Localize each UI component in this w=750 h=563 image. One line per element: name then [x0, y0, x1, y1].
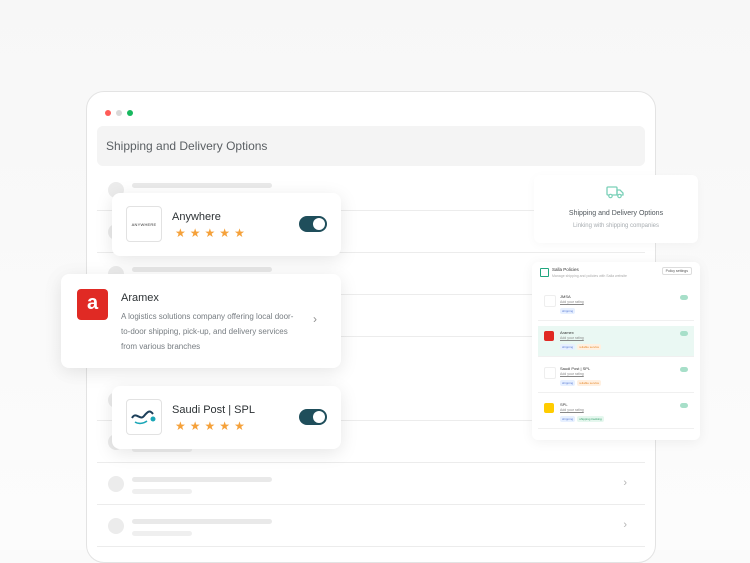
toggle-switch[interactable]	[680, 331, 688, 336]
carrier-name: Saudi Post | SPL	[560, 366, 591, 371]
star-icon: ★	[204, 419, 216, 433]
star-icon: ★	[219, 226, 231, 240]
rating-stars: ★ ★ ★ ★ ★	[175, 227, 245, 239]
rating-link[interactable]: Add your rating	[560, 372, 584, 376]
truck-icon	[606, 185, 624, 204]
carrier-card-aramex[interactable]: a Aramex A logistics solutions company o…	[61, 274, 341, 368]
star-icon: ★	[175, 226, 186, 240]
list-item[interactable]: Saudi Post | SPL Add your rating shippin…	[538, 362, 694, 393]
star-icon: ★	[204, 226, 216, 240]
page-title: Shipping and Delivery Options	[106, 139, 268, 153]
tag: reliable service	[577, 344, 602, 350]
rating-link[interactable]: Add your rating	[560, 336, 584, 340]
shipping-info-panel: Shipping and Delivery Options Linking wi…	[534, 175, 698, 243]
carrier-name: Anywhere	[172, 211, 221, 223]
avatar	[108, 518, 124, 534]
carrier-card-spl[interactable]: Saudi Post | SPL ★ ★ ★ ★ ★	[112, 386, 341, 449]
jmsa-logo-icon	[544, 295, 556, 307]
carrier-name: SPL	[560, 402, 568, 407]
placeholder-line	[132, 267, 272, 272]
stage: Shipping and Delivery Options › › Shippi…	[0, 0, 750, 563]
preview-header: Salla Policies Manage shipping and polic…	[532, 262, 700, 284]
policies-preview: Salla Policies Manage shipping and polic…	[532, 262, 700, 440]
tag: shipping	[560, 380, 576, 386]
rating-stars: ★ ★ ★ ★ ★	[175, 420, 245, 432]
aramex-logo-icon: a	[77, 289, 108, 320]
maximize-dot-icon[interactable]	[127, 110, 133, 116]
placeholder-line	[132, 531, 192, 536]
toggle-switch[interactable]	[680, 403, 688, 408]
list-item[interactable]: Aramex Add your rating shipping reliable …	[538, 326, 694, 357]
spl-logo-icon	[544, 367, 556, 379]
panel-subtitle: Linking with shipping companies	[572, 223, 660, 229]
anywhere-logo-text: ANYWHERE	[131, 221, 157, 227]
carrier-name: Aramex	[560, 330, 574, 335]
toggle-switch[interactable]	[680, 295, 688, 300]
enable-toggle[interactable]	[299, 216, 327, 232]
star-icon: ★	[189, 419, 201, 433]
toggle-switch[interactable]	[680, 367, 688, 372]
star-icon: ★	[219, 419, 231, 433]
placeholder-line	[132, 183, 272, 188]
carrier-card-anywhere[interactable]: ANYWHERE Anywhere ★ ★ ★ ★ ★	[112, 193, 341, 256]
placeholder-line	[132, 489, 192, 494]
tag: shipping	[560, 416, 576, 422]
toggle-knob	[313, 218, 325, 230]
list-item[interactable]: ›	[97, 464, 645, 505]
preview-title: Salla Policies	[552, 267, 579, 272]
star-icon: ★	[234, 226, 245, 240]
tag: shipping tracking	[577, 416, 604, 422]
star-icon: ★	[189, 226, 201, 240]
star-icon: ★	[234, 419, 245, 433]
close-dot-icon[interactable]	[105, 110, 111, 116]
rating-link[interactable]: Add your rating	[560, 408, 584, 412]
avatar	[108, 476, 124, 492]
carrier-description: A logistics solutions company offering l…	[121, 312, 294, 351]
aramex-logo-icon	[544, 331, 554, 341]
carrier-name: Saudi Post | SPL	[172, 404, 255, 416]
enable-toggle[interactable]	[299, 409, 327, 425]
list-item[interactable]: SPL Add your rating shipping shipping tra…	[538, 398, 694, 429]
star-icon: ★	[175, 419, 186, 433]
minimize-dot-icon[interactable]	[116, 110, 122, 116]
page-header: Shipping and Delivery Options	[97, 126, 645, 166]
carrier-name: Aramex	[121, 292, 159, 304]
dhl-logo-icon	[544, 403, 554, 413]
list-item[interactable]: JMSA Add your rating shipping	[538, 290, 694, 321]
policy-settings-button[interactable]: Policy settings	[661, 267, 692, 275]
spl-logo-icon	[126, 399, 162, 435]
tag: shipping	[560, 344, 576, 350]
tag: reliable service	[577, 380, 602, 386]
panel-title: Shipping and Delivery Options	[568, 210, 664, 217]
rating-link[interactable]: Add your rating	[560, 300, 584, 304]
chevron-right-icon: ›	[623, 519, 627, 531]
carrier-name: JMSA	[560, 294, 571, 299]
placeholder-line	[132, 519, 272, 524]
chevron-right-icon[interactable]: ›	[313, 312, 317, 326]
preview-subtitle: Manage shipping and policies with Salla …	[552, 274, 627, 278]
window-controls	[105, 110, 133, 116]
tag: shipping	[560, 308, 576, 314]
policy-icon	[540, 268, 549, 277]
anywhere-logo: ANYWHERE	[126, 206, 162, 242]
placeholder-line	[132, 477, 272, 482]
toggle-knob	[313, 411, 325, 423]
chevron-right-icon: ›	[623, 477, 627, 489]
list-item[interactable]: ›	[97, 506, 645, 547]
